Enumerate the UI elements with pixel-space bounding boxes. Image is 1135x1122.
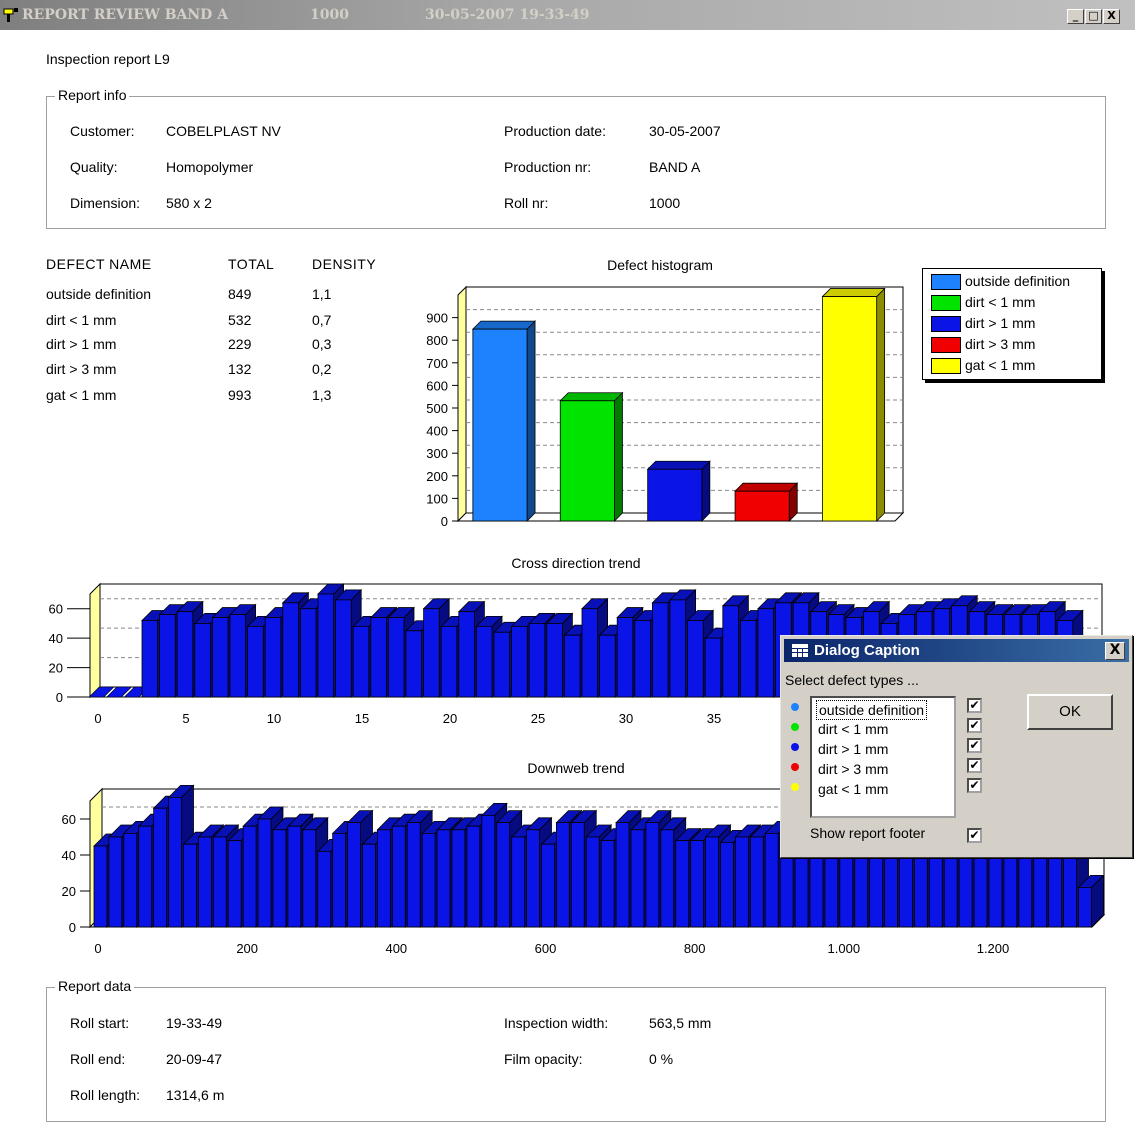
checkbox[interactable]: ✔ — [967, 738, 982, 753]
y-tick-label: 20 — [49, 661, 63, 676]
list-item[interactable]: dirt > 1 mm — [816, 740, 890, 758]
downweb-bar — [1077, 874, 1105, 928]
film-opacity-value: 0 % — [649, 1051, 674, 1067]
legend-swatch-dirt-gt-1 — [931, 316, 961, 332]
legend-swatch-outside-definition — [931, 274, 961, 290]
histogram-bar — [821, 287, 886, 522]
list-item[interactable]: outside definition — [816, 700, 928, 720]
legend-swatch-gat-lt-1 — [931, 358, 961, 374]
x-tick-label: 0 — [94, 711, 101, 726]
y-tick-label: 900 — [426, 311, 448, 326]
x-tick-label: 20 — [443, 711, 457, 726]
table-icon — [792, 644, 808, 657]
x-tick-label: 1.000 — [828, 941, 861, 956]
chart-side-wall — [89, 582, 101, 699]
y-tick-label: 500 — [426, 401, 448, 416]
checkbox[interactable]: ✔ — [967, 758, 982, 773]
color-dot-icon — [791, 783, 799, 791]
show-footer-label: Show report footer — [810, 825, 926, 841]
x-tick-label: 25 — [531, 711, 545, 726]
roll-end-value: 20-09-47 — [166, 1051, 223, 1067]
checkbox[interactable]: ✔ — [967, 698, 982, 713]
report-data-legend: Report data — [55, 978, 135, 994]
cross-direction-title: Cross direction trend — [511, 555, 641, 571]
x-tick-label: 35 — [707, 711, 721, 726]
y-tick-label: 0 — [441, 514, 448, 529]
x-tick-label: 1.200 — [977, 941, 1010, 956]
roll-length-value: 1314,6 m — [166, 1087, 225, 1103]
histogram-legend: outside definition dirt < 1 mm dirt > 1 … — [922, 268, 1102, 380]
legend-swatch-dirt-gt-3 — [931, 337, 961, 353]
histogram-bar — [471, 320, 537, 522]
chart-side-wall — [457, 285, 467, 523]
x-tick-label: 800 — [684, 941, 706, 956]
roll-start-label: Roll start: — [70, 1015, 130, 1031]
film-opacity-label: Film opacity: — [504, 1051, 583, 1067]
y-tick-label: 800 — [426, 333, 448, 348]
legend-label: dirt < 1 mm — [965, 294, 1036, 310]
x-tick-label: 0 — [94, 941, 101, 956]
legend-label: gat < 1 mm — [965, 357, 1036, 373]
x-tick-label: 5 — [182, 711, 189, 726]
roll-start-value: 19-33-49 — [166, 1015, 223, 1031]
y-tick-label: 60 — [49, 602, 63, 617]
y-tick-label: 100 — [426, 491, 448, 506]
y-tick-label: 600 — [426, 378, 448, 393]
x-tick-label: 30 — [619, 711, 633, 726]
x-tick-label: 200 — [236, 941, 258, 956]
y-tick-label: 200 — [426, 469, 448, 484]
histogram-bar — [559, 391, 624, 522]
color-dot-icon — [791, 763, 799, 771]
y-tick-label: 300 — [426, 446, 448, 461]
defect-types-listbox[interactable]: outside definition dirt < 1 mm dirt > 1 … — [810, 696, 956, 818]
histogram-bar — [646, 460, 711, 522]
dialog-titlebar[interactable]: Dialog Caption X — [784, 639, 1129, 662]
dialog-prompt: Select defect types ... — [785, 672, 919, 688]
legend-label: dirt > 1 mm — [965, 315, 1036, 331]
checkbox[interactable]: ✔ — [967, 718, 982, 733]
legend-label: outside definition — [965, 273, 1071, 289]
dialog-close-button[interactable]: X — [1105, 642, 1125, 660]
y-tick-label: 0 — [69, 920, 76, 935]
ok-button[interactable]: OK — [1027, 694, 1113, 730]
list-item[interactable]: dirt < 1 mm — [816, 720, 890, 738]
inspection-width-value: 563,5 mm — [649, 1015, 712, 1031]
y-tick-label: 60 — [62, 812, 76, 827]
x-tick-label: 10 — [267, 711, 281, 726]
y-tick-label: 40 — [62, 848, 76, 863]
roll-end-label: Roll end: — [70, 1051, 126, 1067]
dialog-caption: Dialog Caption — [814, 642, 920, 659]
show-footer-checkbox[interactable]: ✔ — [967, 828, 982, 843]
select-defect-types-dialog: Dialog Caption X Select defect types ...… — [780, 635, 1133, 858]
downweb-title: Downweb trend — [527, 760, 625, 776]
y-tick-label: 40 — [49, 631, 63, 646]
color-dot-icon — [791, 703, 799, 711]
x-tick-label: 15 — [355, 711, 369, 726]
inspection-width-label: Inspection width: — [504, 1015, 609, 1031]
histogram-bar — [734, 482, 799, 522]
color-dot-icon — [791, 743, 799, 751]
y-tick-label: 700 — [426, 356, 448, 371]
y-tick-label: 0 — [56, 690, 63, 705]
x-tick-label: 600 — [535, 941, 557, 956]
legend-swatch-dirt-lt-1 — [931, 295, 961, 311]
list-item[interactable]: dirt > 3 mm — [816, 760, 890, 778]
list-item[interactable]: gat < 1 mm — [816, 780, 890, 798]
y-tick-label: 400 — [426, 424, 448, 439]
y-tick-label: 20 — [62, 884, 76, 899]
color-dot-icon — [791, 723, 799, 731]
legend-label: dirt > 3 mm — [965, 336, 1036, 352]
roll-length-label: Roll length: — [70, 1087, 141, 1103]
x-tick-label: 400 — [385, 941, 407, 956]
checkbox[interactable]: ✔ — [967, 778, 982, 793]
